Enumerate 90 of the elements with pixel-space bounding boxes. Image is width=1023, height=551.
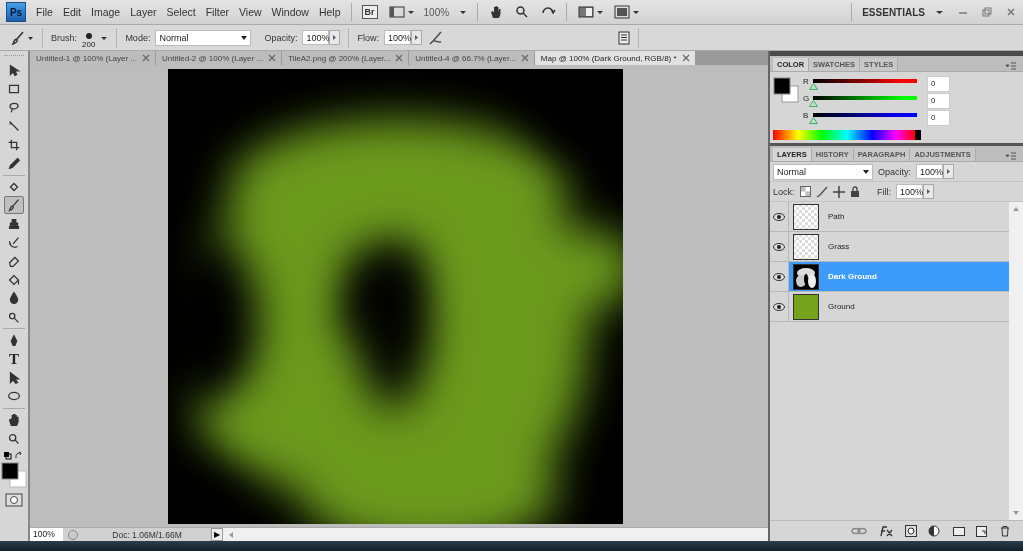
workspace-switcher[interactable]: ESSENTIALS xyxy=(862,6,925,18)
fill-field[interactable]: 100% xyxy=(896,184,923,199)
bridge-button[interactable]: Br xyxy=(361,5,378,19)
menu-item[interactable]: Select xyxy=(166,6,196,18)
lock-pixels-icon[interactable] xyxy=(815,185,828,198)
slider-thumb[interactable] xyxy=(809,82,818,90)
menu-item[interactable]: Window xyxy=(271,6,309,18)
panel-menu-icon[interactable] xyxy=(1005,151,1017,161)
opacity-field[interactable]: 100% xyxy=(916,164,943,179)
document-tab[interactable]: Map @ 100% (Dark Ground, RGB/8) * xyxy=(534,51,695,65)
channel-value-field[interactable]: 0 xyxy=(927,110,950,126)
layer-thumbnail xyxy=(793,263,819,290)
view-extras-icon[interactable] xyxy=(387,5,414,19)
trash-icon[interactable] xyxy=(999,525,1011,537)
menu-item[interactable]: File xyxy=(36,6,53,18)
zoom-dropdown[interactable]: 100% xyxy=(423,6,450,18)
eye-icon[interactable] xyxy=(773,301,785,312)
color-spectrum[interactable] xyxy=(773,130,921,140)
channel-label: B xyxy=(803,111,809,120)
slider-thumb[interactable] xyxy=(809,116,818,124)
layer-thumbnail xyxy=(793,293,819,320)
type-tool[interactable]: T xyxy=(4,350,24,369)
layer-row[interactable]: Grass xyxy=(789,232,1009,261)
layer-style-icon[interactable] xyxy=(878,525,894,537)
zoom-field[interactable]: 100% xyxy=(30,528,63,541)
document-tab[interactable]: Untitled-1 @ 100% (Layer ... xyxy=(30,51,156,65)
arrange-documents-icon[interactable] xyxy=(577,5,604,19)
flow-field[interactable]: 100% xyxy=(383,30,411,45)
menu-item[interactable]: Edit xyxy=(62,6,81,18)
slider-toggle-icon[interactable] xyxy=(410,30,422,45)
menu-item[interactable]: View xyxy=(239,6,262,18)
layer-row[interactable]: Path xyxy=(789,202,1009,231)
slider-thumb[interactable] xyxy=(809,99,818,107)
mode-dropdown[interactable]: Normal xyxy=(155,29,252,46)
menu-item[interactable]: Image xyxy=(91,6,121,18)
close-icon[interactable] xyxy=(1005,6,1017,18)
slider-toggle-icon[interactable] xyxy=(943,164,954,179)
opacity-label: Opacity: xyxy=(878,166,911,177)
opacity-label: Opacity: xyxy=(264,32,298,43)
layer-row[interactable]: Ground xyxy=(789,292,1009,321)
brush-tip-icon[interactable] xyxy=(84,32,93,40)
adjustment-layer-icon[interactable] xyxy=(928,525,942,537)
close-icon[interactable] xyxy=(681,54,690,62)
close-icon[interactable] xyxy=(142,54,151,62)
flow-label: Flow: xyxy=(357,32,379,43)
document-tab[interactable]: Untitled-2 @ 100% (Layer ... xyxy=(156,51,282,65)
channel-value-field[interactable]: 0 xyxy=(927,93,950,109)
screen-mode-icon[interactable] xyxy=(613,5,640,19)
document-size: Doc: 1.06M/1.66M xyxy=(111,529,183,540)
transparent-thumbnail xyxy=(793,203,819,230)
horizontal-scrollbar[interactable] xyxy=(223,528,768,541)
add-mask-icon[interactable] xyxy=(905,525,917,537)
fill-label: Fill: xyxy=(877,186,891,197)
color-swatches-icon[interactable] xyxy=(1,461,27,488)
lock-position-icon[interactable] xyxy=(832,185,845,198)
close-icon[interactable] xyxy=(395,54,404,62)
panel-menu-icon[interactable] xyxy=(1005,61,1017,71)
eye-icon[interactable] xyxy=(773,271,785,282)
brush-size: 200 xyxy=(82,40,96,49)
brush-tool-icon[interactable] xyxy=(4,196,24,215)
brush-preset-icon[interactable] xyxy=(10,29,34,46)
lock-transparency-icon[interactable] xyxy=(799,186,811,197)
new-layer-icon[interactable] xyxy=(976,525,988,537)
eye-icon[interactable] xyxy=(773,241,785,252)
opacity-field[interactable]: 100% xyxy=(302,30,330,45)
mode-label: Mode: xyxy=(125,32,151,43)
channel-label: G xyxy=(803,94,809,103)
panel-toggle-icon[interactable] xyxy=(618,30,630,45)
channel-label: R xyxy=(803,77,809,86)
slider-toggle-icon[interactable] xyxy=(923,184,934,199)
lock-label: Lock: xyxy=(773,186,795,197)
status-menu-button[interactable]: ▶ xyxy=(211,528,223,541)
lock-icon[interactable] xyxy=(849,185,860,198)
close-icon[interactable] xyxy=(520,54,529,62)
color-swatches-icon[interactable] xyxy=(773,77,799,103)
blend-mode-dropdown[interactable]: Normal xyxy=(773,163,873,180)
menu-item[interactable]: Help xyxy=(318,6,341,18)
menu-item[interactable]: Layer xyxy=(130,6,157,18)
brush-label: Brush: xyxy=(51,32,77,43)
channel-value-field[interactable]: 0 xyxy=(927,76,950,92)
document-tab[interactable]: Untitled-4 @ 66.7% (Layer... xyxy=(409,51,534,65)
transparent-thumbnail xyxy=(793,233,819,260)
menu-item[interactable]: Filter xyxy=(205,6,229,18)
folder-icon[interactable] xyxy=(953,525,965,537)
eye-icon[interactable] xyxy=(773,211,785,222)
close-icon[interactable] xyxy=(268,54,277,62)
slider-toggle-icon[interactable] xyxy=(329,30,341,45)
app-logo: Ps xyxy=(6,2,26,22)
quick-mask-icon[interactable] xyxy=(5,492,23,507)
document-tab[interactable]: TileA2.png @ 200% (Layer... xyxy=(282,51,409,65)
